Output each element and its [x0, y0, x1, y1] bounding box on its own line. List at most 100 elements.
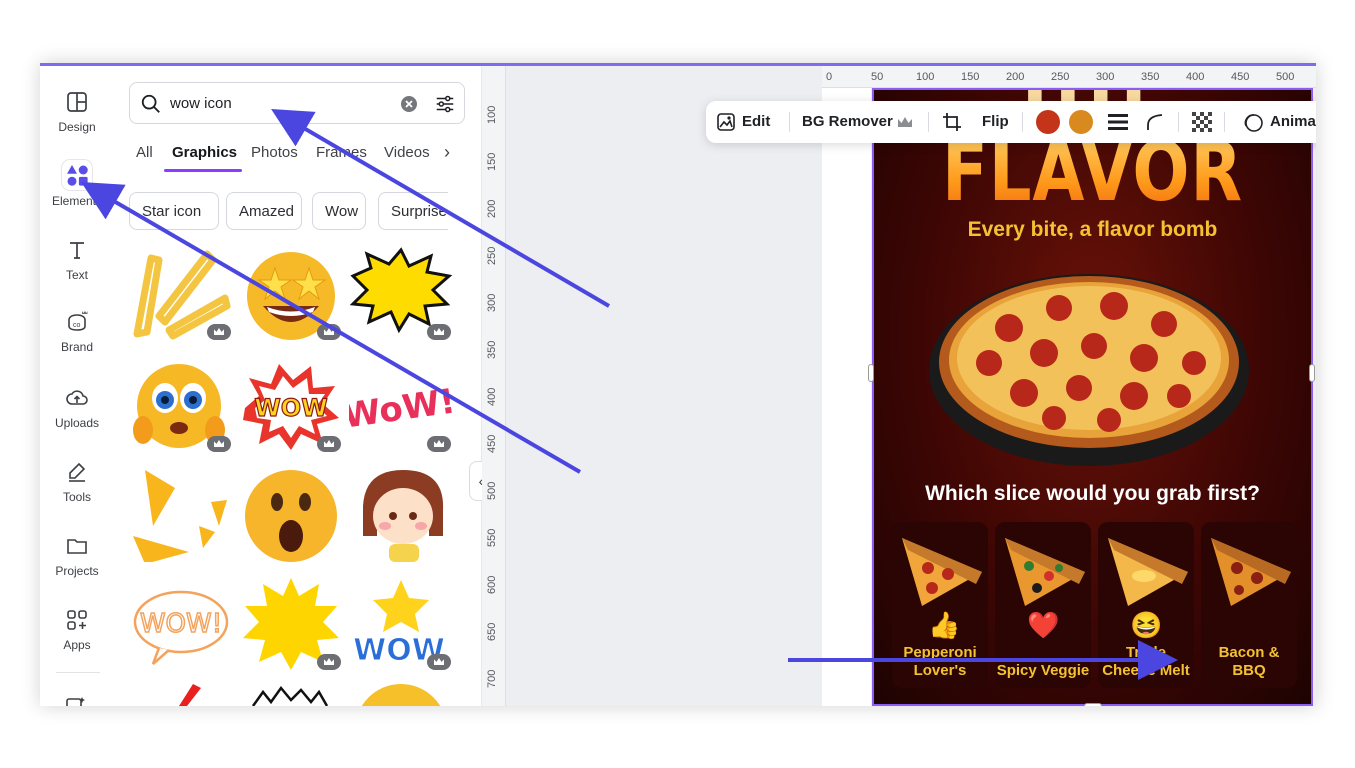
- clear-icon[interactable]: [400, 95, 418, 113]
- bg-remover-button[interactable]: BG Remover: [802, 113, 893, 130]
- rail-item-brand[interactable]: co Brand: [40, 310, 114, 354]
- resize-handle[interactable]: [1084, 703, 1102, 706]
- toolbar-divider: [1224, 112, 1225, 132]
- ruler-tick-label: 550: [486, 528, 498, 547]
- color-swatch[interactable]: [1036, 110, 1060, 134]
- rail-item-uploads[interactable]: Uploads: [40, 386, 114, 430]
- graphic-partial[interactable]: [349, 684, 453, 706]
- animate-button[interactable]: Animat: [1270, 113, 1316, 130]
- filter-icon[interactable]: [434, 93, 456, 115]
- rail-label: Elements: [51, 194, 103, 208]
- pizza-slice-image: [902, 538, 982, 606]
- ruler-tick-label: 350: [1141, 71, 1160, 83]
- premium-crown-icon: [317, 436, 341, 452]
- pizza-image[interactable]: [929, 258, 1249, 468]
- heart-emoji: ❤️: [1027, 610, 1060, 640]
- canva-editor: Design Elements Text co Brand Uploads To…: [40, 63, 1316, 706]
- graphic-wow-pink[interactable]: WoW!: [341, 358, 458, 454]
- suggestion-chip[interactable]: Wow: [312, 192, 366, 230]
- transparency-icon[interactable]: [1192, 112, 1212, 132]
- flip-button[interactable]: Flip: [982, 113, 1009, 130]
- text-icon: [70, 242, 84, 259]
- rail-item-apps[interactable]: Apps: [40, 608, 114, 652]
- suggestion-chip[interactable]: Amazed: [226, 192, 302, 230]
- rail-item-elements[interactable]: Elements: [40, 160, 114, 208]
- pen-icon: [69, 462, 86, 482]
- graphic-wow-outline[interactable]: WOW!: [129, 576, 233, 672]
- question-text[interactable]: Which slice would you grab first?: [874, 482, 1311, 506]
- rail-item-design[interactable]: Design: [40, 90, 114, 134]
- brand-icon: co: [68, 311, 88, 331]
- graphic-partial[interactable]: [129, 684, 233, 706]
- ruler-tick-label: 300: [1096, 71, 1115, 83]
- rail-label: Apps: [63, 638, 91, 652]
- ruler-tick-label: 600: [486, 575, 498, 594]
- resize-handle[interactable]: [868, 364, 874, 382]
- graphic-yellow-burst[interactable]: [239, 576, 343, 672]
- option-label: Triple Cheese Melt: [1102, 644, 1190, 679]
- ruler-tick-label: 500: [1276, 71, 1295, 83]
- option-card[interactable]: Bacon & BBQ: [1201, 522, 1297, 688]
- premium-crown-icon: [427, 324, 451, 340]
- ruler-tick-label: 200: [1006, 71, 1025, 83]
- corner-rounding-icon[interactable]: [1146, 113, 1164, 131]
- graphic-shocked-emoji[interactable]: [239, 466, 343, 562]
- suggestion-chip[interactable]: Star icon: [129, 192, 219, 230]
- edit-image-icon: [717, 113, 735, 131]
- resize-handle[interactable]: [1309, 364, 1315, 382]
- graphic-partial[interactable]: [239, 684, 343, 706]
- tab-frames[interactable]: Frames: [316, 144, 367, 161]
- option-card[interactable]: 😆 Triple Cheese Melt: [1098, 522, 1194, 688]
- rail-label: Text: [65, 268, 88, 282]
- tab-photos[interactable]: Photos: [251, 144, 298, 161]
- graphic-wow-burst[interactable]: WOW: [239, 358, 343, 454]
- laughing-emoji: 😆: [1130, 610, 1163, 640]
- graphic-yellow-triangles[interactable]: [129, 466, 233, 564]
- rail-item-tools[interactable]: Tools: [40, 460, 114, 504]
- ruler-tick-label: 50: [871, 71, 884, 83]
- rail-item-projects[interactable]: Projects: [40, 534, 114, 578]
- ruler-tick-label: 350: [486, 340, 498, 359]
- pizza-slice-image: [1211, 538, 1291, 606]
- rail-item-text[interactable]: Text: [40, 238, 114, 282]
- tab-graphics[interactable]: Graphics: [172, 144, 237, 161]
- search-query[interactable]: wow icon: [170, 95, 232, 112]
- ruler-tick-label: 100: [486, 105, 498, 124]
- border-weight-icon[interactable]: [1108, 113, 1128, 131]
- graphic-comic-burst[interactable]: [349, 246, 453, 342]
- color-swatch[interactable]: [1069, 110, 1093, 134]
- rail-label: Uploads: [54, 416, 100, 430]
- suggestion-chip[interactable]: Surprise: [378, 192, 448, 230]
- cartoon-girl-graphic: [363, 470, 444, 562]
- tab-underline: [164, 169, 242, 172]
- wow-outline-graphic: WOW!: [133, 590, 229, 665]
- canvas-area: 1001502002503003504004505005506006507007…: [482, 66, 1316, 706]
- pizza-slice-image: [1005, 538, 1085, 606]
- tab-all[interactable]: All: [136, 144, 153, 161]
- option-label: Spicy Veggie: [996, 662, 1090, 679]
- svg-text:WoW!: WoW!: [349, 381, 453, 436]
- chevron-right-icon[interactable]: ›: [444, 142, 450, 163]
- tab-videos[interactable]: Videos: [384, 144, 430, 161]
- graphic-pleading-emoji[interactable]: [129, 358, 233, 454]
- graphic-star-eyes-emoji[interactable]: [239, 246, 343, 342]
- graphic-wow-star[interactable]: WOW: [349, 576, 453, 672]
- option-card[interactable]: ❤️ Spicy Veggie: [995, 522, 1091, 688]
- crop-icon[interactable]: [942, 112, 962, 132]
- search-input[interactable]: wow icon: [129, 82, 465, 124]
- ruler-tick-label: 300: [486, 293, 498, 312]
- edit-button[interactable]: Edit: [742, 113, 770, 130]
- graphic-burst-lines[interactable]: [129, 246, 233, 342]
- rail-label: Tools: [62, 490, 91, 504]
- premium-crown-icon: [317, 324, 341, 340]
- ruler-tick-label: 250: [486, 246, 498, 265]
- pizza-poster[interactable]: ▌▌▌▌ FLAVOR Every bite, a flavor bomb Wh…: [872, 88, 1313, 706]
- crown-icon: [898, 117, 912, 127]
- ruler-tick-label: 700: [486, 669, 498, 688]
- option-card[interactable]: 👍 Pepperoni Lover's: [892, 522, 988, 688]
- ruler-tick-label: 650: [486, 622, 498, 641]
- magic-icon[interactable]: [66, 696, 86, 706]
- tagline[interactable]: Every bite, a flavor bomb: [874, 218, 1311, 242]
- graphic-cartoon-girl[interactable]: [349, 466, 453, 562]
- red-shape-graphic: [179, 684, 201, 706]
